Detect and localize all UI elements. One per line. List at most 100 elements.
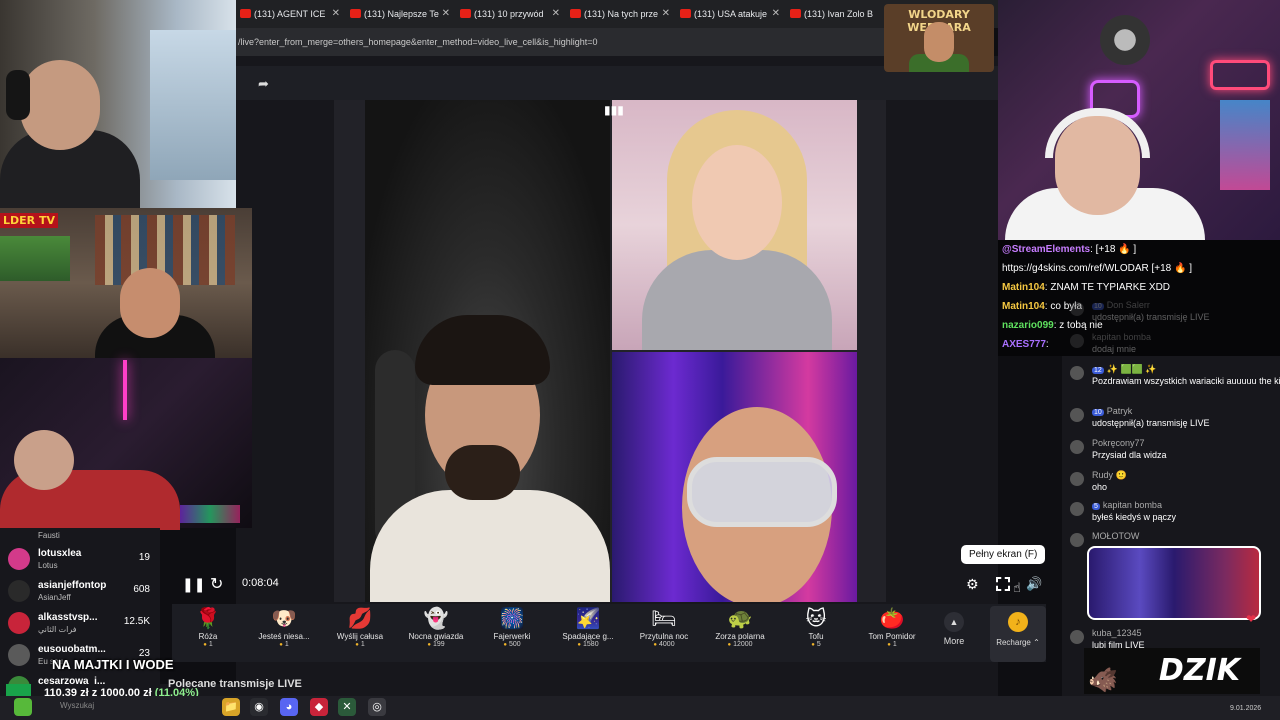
chat-username[interactable]: kapitan bomba xyxy=(1103,500,1162,510)
gift-item[interactable]: 🐶 Jesteś niesa...1 xyxy=(248,606,320,648)
chat-username[interactable]: ✨ 🟩🟩 ✨ xyxy=(1107,364,1157,374)
more-gifts-button[interactable]: ▲ More xyxy=(936,612,972,646)
chat-text: udostępnił(a) transmisję LIVE xyxy=(1092,312,1210,322)
gift-item[interactable]: 🐱 Tofu5 xyxy=(780,606,852,648)
pause-button[interactable]: ❚❚ xyxy=(182,576,205,593)
leaderboard-row[interactable]: lotusxlea Lotus 19 xyxy=(8,546,158,576)
leaderboard-row[interactable]: asianjeffontop AsianJeff 608 xyxy=(8,578,158,608)
avatar[interactable] xyxy=(1070,440,1084,454)
chat-username[interactable]: kapitan bomba xyxy=(1092,332,1151,342)
wlodary-logo: WLODARY WEDDARA xyxy=(884,4,994,72)
chat-username[interactable]: Matin104 xyxy=(1002,301,1045,312)
folder-icon[interactable]: 📁 xyxy=(222,698,240,716)
chat-username[interactable]: @StreamElements xyxy=(1002,244,1090,255)
share-icon[interactable]: ➦ xyxy=(258,76,269,92)
video-tile-host xyxy=(365,100,610,602)
chrome-icon[interactable]: ◉ xyxy=(250,698,268,716)
neon-light xyxy=(123,360,127,420)
app-icon[interactable]: ◆ xyxy=(310,698,328,716)
chat-username[interactable]: Rudy 🙂 xyxy=(1092,470,1127,480)
viewer-name: asianjeffontop xyxy=(38,580,107,591)
level-badge: 10 xyxy=(1092,409,1104,416)
browser-tab[interactable]: (131) Ivan Zolo B xyxy=(786,0,896,28)
gift-item[interactable]: 🛏 Przytulna noc4000 xyxy=(628,606,700,648)
browser-tab[interactable]: (131) AGENT ICE ✕ xyxy=(236,0,346,28)
gift-cost: 199 xyxy=(400,641,472,648)
gift-item[interactable]: 🐢 Zorza polarna12000 xyxy=(704,606,776,648)
start-icon[interactable] xyxy=(14,698,32,716)
headset xyxy=(6,70,30,120)
gift-icon: 🛏 xyxy=(651,608,677,630)
gift-icon: 🍅 xyxy=(879,608,905,630)
gift-item[interactable]: 🎆 Fajerwerki500 xyxy=(476,606,548,648)
chat-line: AXES777: xyxy=(1002,339,1049,350)
gift-name: Fajerwerki xyxy=(493,632,531,641)
chat-header: 12 ✨ 🟩🟩 ✨ xyxy=(1092,364,1157,375)
page-header xyxy=(236,66,998,100)
discord-icon[interactable]: ◕ xyxy=(280,698,298,716)
gift-item[interactable]: 🍅 Tom Pomidor1 xyxy=(856,606,928,648)
taskbar-search[interactable]: Wyszukaj xyxy=(60,701,94,710)
close-tab-icon[interactable]: ✕ xyxy=(442,0,450,28)
chat-username[interactable]: nazario099 xyxy=(1002,320,1054,331)
youtube-icon xyxy=(460,9,471,18)
gift-item[interactable]: 🌠 Spadające g...1580 xyxy=(552,606,624,648)
chat-username[interactable]: Matin104 xyxy=(1002,282,1045,293)
avatar[interactable] xyxy=(1070,472,1084,486)
chat-text: : [+18 🔥 ] xyxy=(1090,244,1137,255)
xbox-icon[interactable]: ✕ xyxy=(338,698,356,716)
chat-header: Pokręcony77 xyxy=(1092,438,1145,448)
chat-header: Rudy 🙂 xyxy=(1092,470,1127,481)
close-tab-icon[interactable]: ✕ xyxy=(662,0,670,28)
gift-name: Zorza polarna xyxy=(715,632,765,641)
browser-tab[interactable]: (131) 10 przywód ✕ xyxy=(456,0,566,28)
avatar[interactable] xyxy=(1070,302,1084,316)
gift-item[interactable]: 👻 Nocna gwiazda199 xyxy=(400,606,472,648)
gift-item[interactable]: 🌹 Róża1 xyxy=(172,606,244,648)
volume-icon[interactable]: 🔊 xyxy=(1026,576,1042,592)
close-tab-icon[interactable]: ✕ xyxy=(772,0,780,28)
recharge-button[interactable]: ♪ Recharge ⌃ xyxy=(990,606,1046,662)
recommended-live-heading: Polecane transmisje LIVE xyxy=(168,678,302,690)
chat-header: kuba_12345 xyxy=(1092,628,1142,638)
address-bar[interactable]: /live?enter_from_merge=others_homepage&e… xyxy=(236,28,886,56)
avatar[interactable] xyxy=(1070,408,1084,422)
chat-username[interactable]: Patryk xyxy=(1107,406,1133,416)
chat-line: https://g4skins.com/ref/WLODAR [+18 🔥 ] xyxy=(1002,263,1192,274)
fullscreen-icon[interactable] xyxy=(996,577,1010,591)
gift-icon: 💋 xyxy=(347,608,373,630)
chat-username[interactable]: kuba_12345 xyxy=(1092,628,1142,638)
avatar xyxy=(8,548,30,570)
gift-icon: 🐶 xyxy=(271,608,297,630)
chat-username[interactable]: AXES777 xyxy=(1002,339,1046,350)
browser-tab[interactable]: (131) Najlepsze Te ✕ xyxy=(346,0,456,28)
obs-icon[interactable]: ◎ xyxy=(368,698,386,716)
avatar[interactable] xyxy=(1070,502,1084,516)
chat-text: udostępnił(a) transmisję LIVE xyxy=(1092,418,1210,428)
chat-username[interactable]: MOŁOTOW xyxy=(1092,531,1139,541)
viewer-nickname: AsianJeff xyxy=(38,593,71,602)
close-tab-icon[interactable]: ✕ xyxy=(332,0,340,28)
chat-line: Matin104: ZNAM TE TYPIARKE XDD xyxy=(1002,282,1170,293)
close-tab-icon[interactable]: ✕ xyxy=(552,0,560,28)
gift-item[interactable]: 💋 Wyślij całusa1 xyxy=(324,606,396,648)
tab-title: (131) Najlepsze Te xyxy=(364,9,439,19)
gift-icon: 🐢 xyxy=(727,608,753,630)
avatar xyxy=(8,612,30,634)
screen: (131) AGENT ICE ✕ (131) Najlepsze Te ✕ (13… xyxy=(0,0,1280,720)
avatar[interactable] xyxy=(1070,533,1084,547)
chat-username[interactable]: Don Salerr xyxy=(1107,300,1150,310)
chat-header: MOŁOTOW xyxy=(1092,531,1139,541)
avatar[interactable] xyxy=(1070,334,1084,348)
browser-tab[interactable]: (131) USA atakuje ✕ xyxy=(676,0,786,28)
refresh-button[interactable]: ↻ xyxy=(210,574,223,594)
gift-name: Jesteś niesa... xyxy=(258,632,310,641)
gift-name: Spadające g... xyxy=(562,632,614,641)
viewer-name: lotusxlea xyxy=(38,548,82,559)
leaderboard-row[interactable]: alkasstvsp... فرات الثاني 12.5K xyxy=(8,610,158,640)
settings-icon[interactable]: ⚙ xyxy=(966,576,979,593)
chat-username[interactable]: Pokręcony77 xyxy=(1092,438,1145,448)
avatar[interactable] xyxy=(1070,630,1084,644)
browser-tab[interactable]: (131) Na tych prze ✕ xyxy=(566,0,676,28)
avatar[interactable] xyxy=(1070,366,1084,380)
